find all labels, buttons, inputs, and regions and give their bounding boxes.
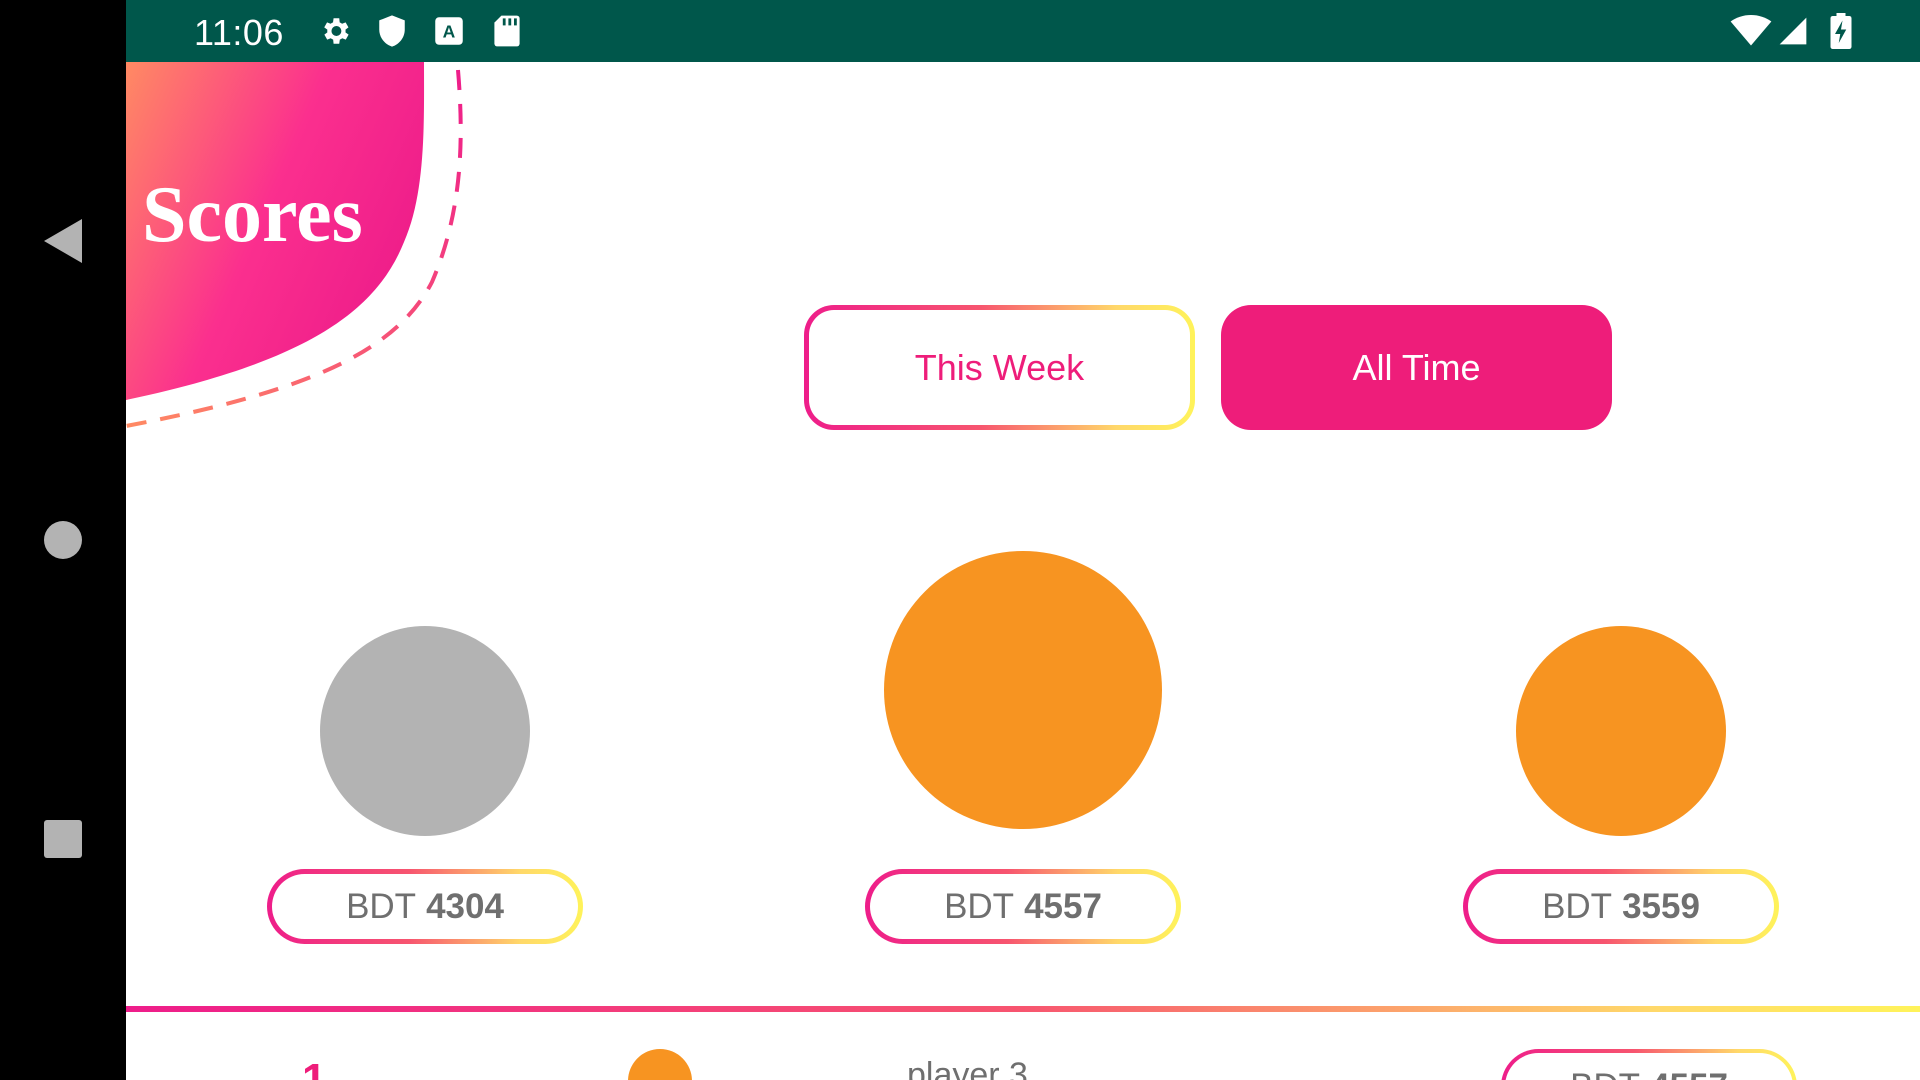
score-amount: 4557 — [1024, 886, 1102, 926]
gear-icon — [318, 14, 352, 48]
podium-score-badge: BDT 4557 — [865, 869, 1181, 944]
status-time: 11:06 — [194, 12, 284, 53]
podium-score-badge: BDT 4304 — [267, 869, 583, 944]
system-navigation-bar — [0, 0, 126, 1080]
keyboard-a-icon: A — [432, 14, 466, 48]
svg-text:A: A — [443, 21, 456, 41]
podium-score-badge: BDT 3559 — [1463, 869, 1779, 944]
podium-avatar-third[interactable] — [1516, 626, 1726, 836]
score-amount: 4557 — [1650, 1067, 1728, 1080]
recents-icon — [44, 820, 82, 858]
page-title: Scores — [142, 171, 363, 259]
row-rank: 1 — [302, 1055, 327, 1080]
podium-avatar-second[interactable] — [320, 626, 530, 836]
tab-all-time[interactable]: All Time — [1221, 305, 1612, 430]
section-divider — [126, 1006, 1920, 1012]
tab-this-week[interactable]: This Week — [804, 305, 1195, 430]
signal-icon — [1776, 14, 1810, 48]
row-player-name: player 3 — [907, 1056, 1028, 1080]
app-screen: 11:06 A Scores This Week All Time BDT 43… — [126, 0, 1920, 1080]
row-score-badge: BDT 4557 — [1501, 1049, 1797, 1080]
back-icon — [44, 219, 82, 263]
score-amount: 3559 — [1622, 886, 1700, 926]
wifi-icon — [1730, 14, 1772, 48]
currency-label: BDT — [944, 886, 1015, 926]
currency-label: BDT — [1570, 1067, 1640, 1080]
shield-icon — [375, 14, 409, 48]
score-amount: 4304 — [426, 886, 504, 926]
status-bar: 11:06 A — [126, 0, 1920, 62]
sd-card-icon — [490, 14, 524, 48]
battery-charging-icon — [1830, 13, 1852, 49]
home-icon — [44, 521, 82, 559]
currency-label: BDT — [1542, 886, 1613, 926]
nav-recents-button[interactable] — [0, 776, 126, 902]
nav-home-button[interactable] — [0, 477, 126, 603]
row-avatar — [628, 1049, 692, 1080]
podium-avatar-first[interactable] — [884, 551, 1162, 829]
tab-this-week-label: This Week — [809, 310, 1190, 425]
currency-label: BDT — [346, 886, 417, 926]
nav-back-button[interactable] — [0, 178, 126, 304]
